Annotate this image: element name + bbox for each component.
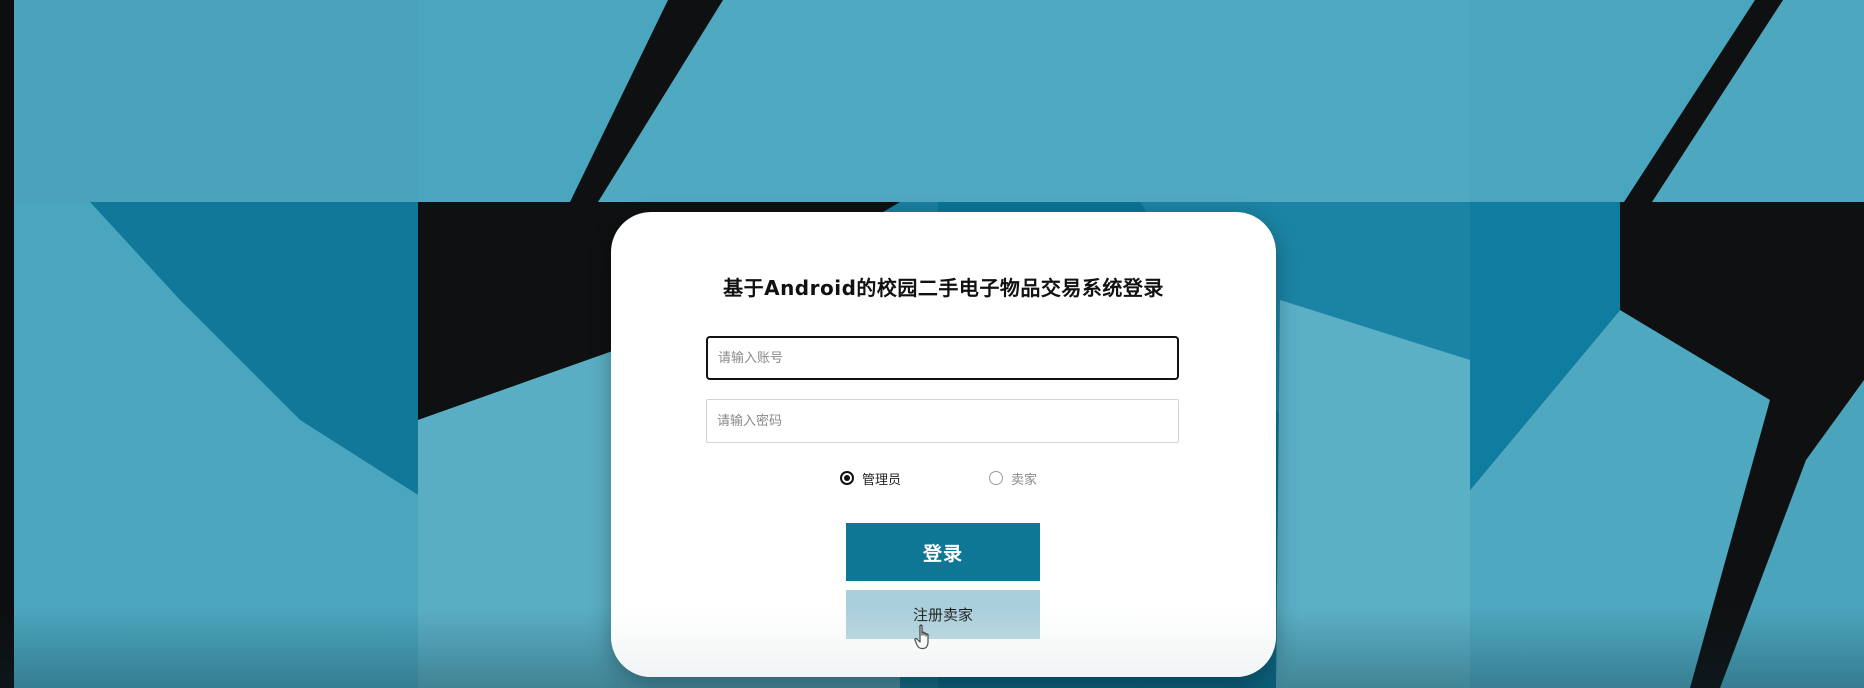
account-input[interactable] (706, 336, 1179, 380)
role-label-seller: 卖家 (1011, 472, 1038, 488)
login-card: 基于Android的校园二手电子物品交易系统登录 管理员 卖家 登录 注册卖家 (611, 212, 1276, 677)
radio-checked-icon[interactable] (840, 471, 854, 485)
password-input[interactable] (706, 399, 1179, 443)
role-option-admin[interactable]: 管理员 (840, 469, 902, 488)
register-seller-button[interactable]: 注册卖家 (846, 590, 1040, 639)
login-page: 基于Android的校园二手电子物品交易系统登录 管理员 卖家 登录 注册卖家 (0, 0, 1864, 688)
role-label-admin: 管理员 (862, 472, 902, 488)
page-title: 基于Android的校园二手电子物品交易系统登录 (723, 276, 1164, 300)
login-button[interactable]: 登录 (846, 523, 1040, 581)
role-option-seller[interactable]: 卖家 (989, 469, 1038, 488)
radio-unchecked-icon[interactable] (989, 471, 1003, 485)
